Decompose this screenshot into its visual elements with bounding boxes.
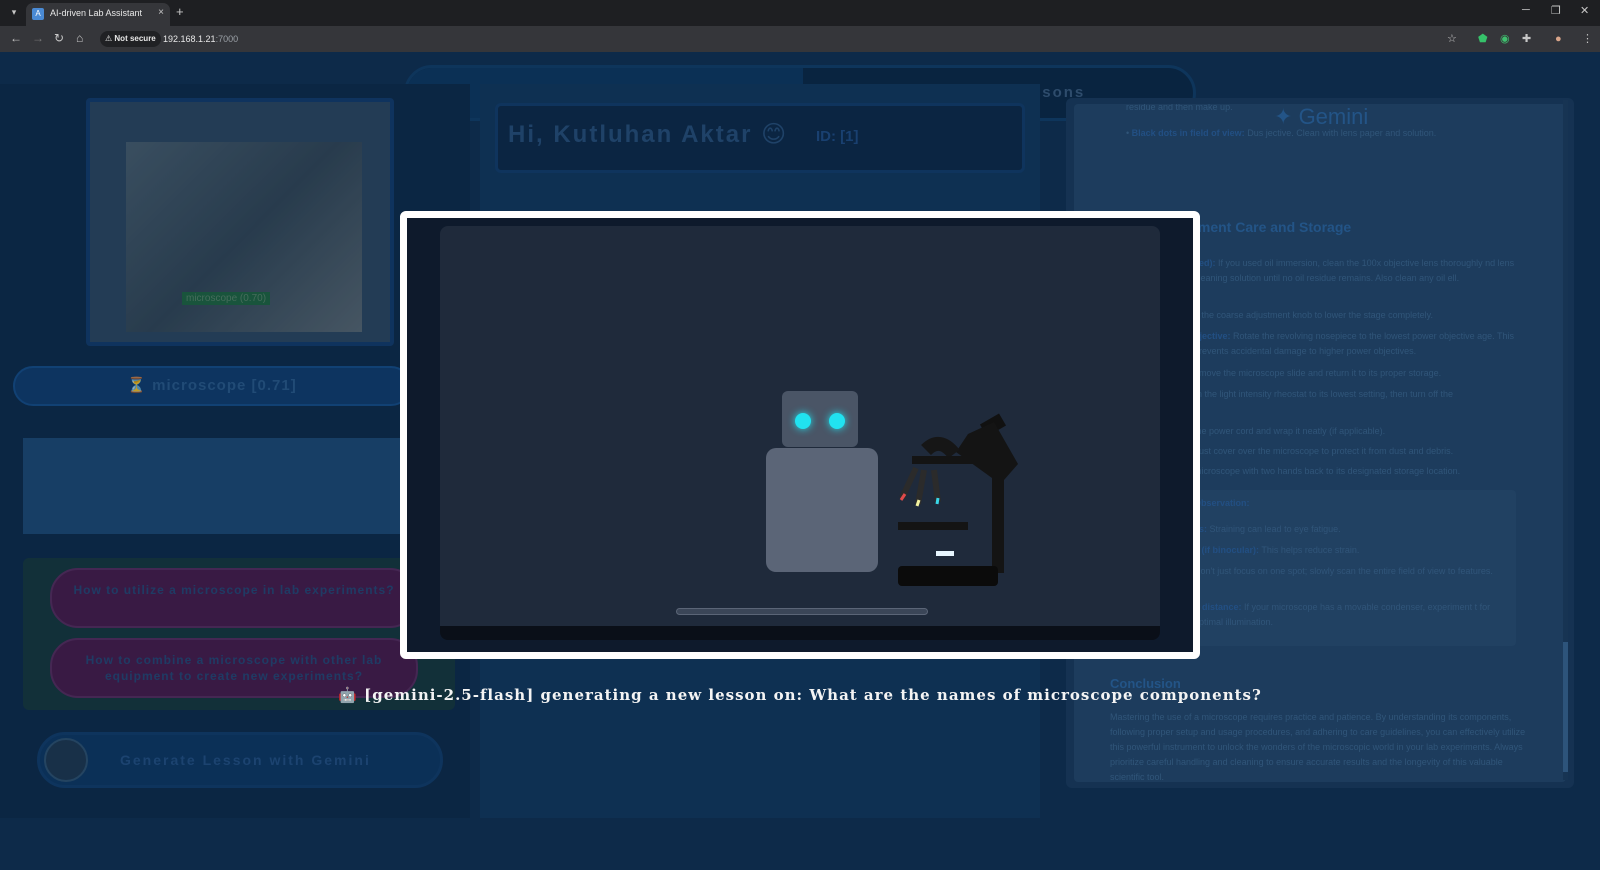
extensions-puzzle-icon[interactable]: ✚ <box>1522 31 1531 47</box>
url-host: 192.168.1.21 <box>163 34 216 44</box>
browser-tab[interactable]: A AI-driven Lab Assistant × <box>26 3 170 26</box>
robot-head <box>782 391 858 447</box>
browser-tab-bar: ▾ A AI-driven Lab Assistant × + ─ ❐ ✕ <box>0 0 1600 26</box>
robot-eye-icon <box>795 413 811 429</box>
menu-kebab-icon[interactable]: ⋮ <box>1582 31 1593 47</box>
url-port: :7000 <box>215 34 239 44</box>
extension-g-icon[interactable]: ◉ <box>1500 31 1510 47</box>
microscope-icon <box>898 413 1018 586</box>
security-chip[interactable]: ⚠ Not secure <box>100 31 161 47</box>
extension-shield-icon[interactable]: ⬟ <box>1478 31 1488 47</box>
window-close-icon[interactable]: ✕ <box>1580 4 1589 17</box>
reload-icon[interactable]: ↻ <box>54 31 64 45</box>
forward-icon[interactable]: → <box>32 31 44 45</box>
robot-eye-icon <box>829 413 845 429</box>
robot-body <box>766 448 878 572</box>
minimize-icon[interactable]: ─ <box>1522 4 1530 16</box>
security-label: Not secure <box>114 34 156 43</box>
home-icon[interactable]: ⌂ <box>76 31 83 45</box>
address-bar: ← → ↻ ⌂ ⚠ Not secure 192.168.1.21:7000 ☆… <box>0 26 1600 52</box>
back-icon[interactable]: ← <box>10 31 22 45</box>
favicon-icon: A <box>32 8 44 20</box>
profile-avatar[interactable]: ● <box>1555 31 1562 47</box>
loading-animation-screen <box>440 226 1160 640</box>
tab-title: AI-driven Lab Assistant <box>50 8 143 18</box>
url-field[interactable]: 192.168.1.21:7000 <box>163 31 238 47</box>
loading-progress-bar <box>676 608 928 615</box>
tab-search-icon[interactable]: ▾ <box>6 4 22 20</box>
bookmark-star-icon[interactable]: ☆ <box>1447 31 1457 47</box>
new-tab-icon[interactable]: + <box>176 4 184 19</box>
tab-close-icon[interactable]: × <box>158 7 164 18</box>
loading-caption: 🤖 [gemini-2.5-flash] generating a new le… <box>338 686 1262 704</box>
loading-modal <box>400 211 1200 659</box>
restore-icon[interactable]: ❐ <box>1551 4 1561 17</box>
